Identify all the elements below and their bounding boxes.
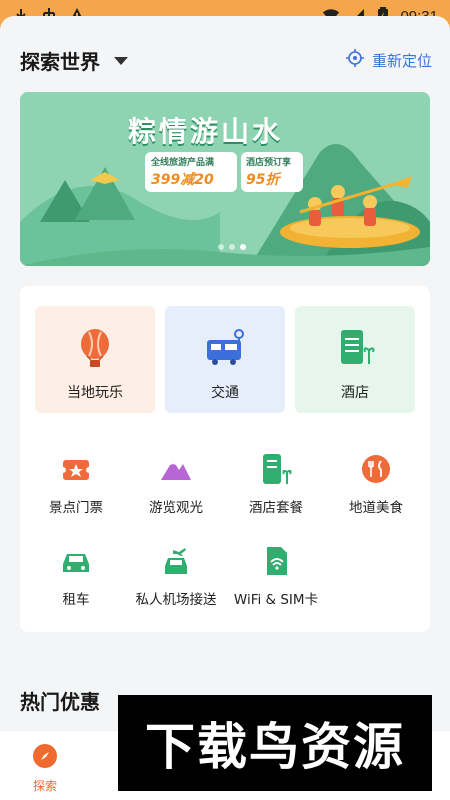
- watermark-text: 下载鸟资源: [145, 718, 405, 776]
- food-icon: [359, 452, 393, 486]
- hotel-package-icon: [259, 452, 293, 486]
- location-selector[interactable]: 探索世界: [20, 46, 128, 75]
- chevron-down-icon: [114, 57, 128, 65]
- category-wifi-sim[interactable]: WiFi & SIM卡: [226, 544, 326, 608]
- crosshair-icon: [345, 49, 364, 71]
- hot-air-balloon-icon: [73, 326, 117, 370]
- promo2-value: 95折: [246, 172, 280, 188]
- tile-label: 当地玩乐: [67, 385, 123, 401]
- location-title: 探索世界: [20, 49, 100, 74]
- sim-card-icon: [259, 544, 293, 578]
- category-sightseeing[interactable]: 游览观光: [126, 452, 226, 516]
- category-label: 酒店套餐: [249, 500, 303, 516]
- category-label: 地道美食: [349, 500, 403, 516]
- relocate-button[interactable]: 重新定位: [345, 49, 432, 71]
- bus-icon: [203, 326, 247, 370]
- tile-label: 交通: [211, 385, 239, 401]
- compass-icon: [32, 743, 58, 773]
- category-car-rental[interactable]: 租车: [26, 544, 126, 608]
- mountain-icon: [159, 452, 193, 486]
- promo2-label: 酒店预订享: [246, 158, 292, 168]
- promo-badge-1: 全线旅游产品满 399减20: [145, 152, 237, 192]
- nav-explore-label: 探索: [32, 779, 57, 793]
- category-food[interactable]: 地道美食: [326, 452, 426, 516]
- category-label: 景点门票: [49, 500, 103, 516]
- ticket-icon: [59, 452, 93, 486]
- hotel-icon: [333, 326, 377, 370]
- banner-title: 粽情游山水: [128, 115, 284, 148]
- header: 探索世界 重新定位: [20, 40, 432, 80]
- watermark: 下载鸟资源: [118, 695, 432, 791]
- carousel-dots[interactable]: [218, 244, 246, 250]
- category-label: WiFi & SIM卡: [233, 592, 319, 608]
- category-label: 租车: [62, 592, 90, 608]
- tile-label: 酒店: [341, 385, 369, 401]
- carousel-dot[interactable]: [229, 244, 235, 250]
- promo-banner[interactable]: 粽情游山水 全线旅游产品满 399减20 酒店预订享 95折: [20, 92, 430, 266]
- nav-explore[interactable]: 探索: [22, 743, 68, 794]
- category-label: 游览观光: [149, 500, 203, 516]
- car-icon: [59, 544, 93, 578]
- relocate-label: 重新定位: [371, 51, 432, 70]
- promo1-label: 全线旅游产品满: [151, 158, 215, 168]
- category-airport-transfer[interactable]: 私人机场接送: [126, 544, 226, 608]
- category-card: 当地玩乐 交通 酒店 景点门票 游览观光 酒店套餐 地道美食 租车 私人机场接送…: [20, 286, 430, 632]
- category-ticket[interactable]: 景点门票: [26, 452, 126, 516]
- carousel-dot-active[interactable]: [240, 244, 246, 250]
- tile-local-activities[interactable]: 当地玩乐: [35, 306, 155, 413]
- tile-hotel[interactable]: 酒店: [295, 306, 415, 413]
- hot-deals-title: 热门优惠: [20, 690, 100, 714]
- category-hotel-package[interactable]: 酒店套餐: [226, 452, 326, 516]
- tile-transport[interactable]: 交通: [165, 306, 285, 413]
- promo-badge-2: 酒店预订享 95折: [241, 152, 303, 192]
- category-label: 私人机场接送: [135, 592, 217, 608]
- airport-transfer-icon: [159, 544, 193, 578]
- carousel-dot[interactable]: [218, 244, 224, 250]
- promo1-value: 399减20: [151, 172, 214, 188]
